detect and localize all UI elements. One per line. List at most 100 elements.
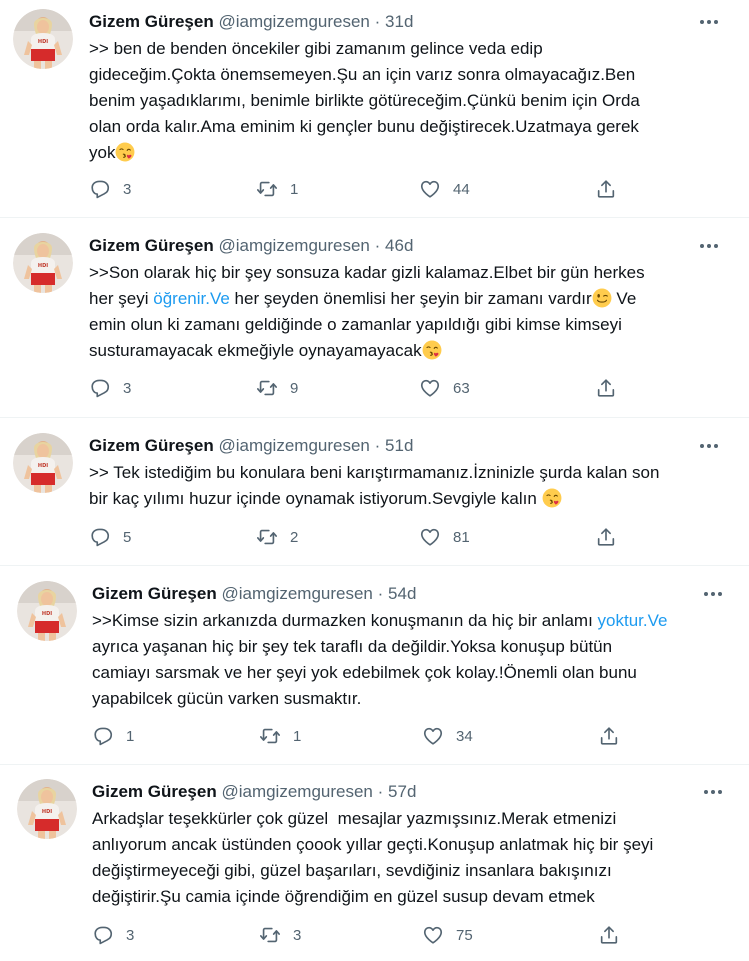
retweet-button[interactable]: 1 xyxy=(259,723,301,749)
heart-icon xyxy=(422,924,444,946)
replies-count: 1 xyxy=(126,727,135,745)
retweet-icon xyxy=(256,377,278,399)
like-button[interactable]: 81 xyxy=(419,524,470,550)
like-button[interactable]: 34 xyxy=(422,723,473,749)
timestamp[interactable]: 57d xyxy=(388,782,416,801)
like-button[interactable]: 44 xyxy=(419,176,470,202)
tweet[interactable]: HDI Gizem Güreşen @iamgizemguresen · 51d… xyxy=(0,418,749,566)
replies-count: 3 xyxy=(123,379,132,397)
text-segment: Arkadşlar teşekkürler çok güzel mesajlar… xyxy=(92,809,654,906)
heart-icon xyxy=(419,178,441,200)
tweet-actions: 3 1 44 xyxy=(89,176,649,202)
tweet-header: Gizem Güreşen @iamgizemguresen · 54d xyxy=(92,583,416,605)
like-button[interactable]: 63 xyxy=(419,375,470,401)
avatar[interactable]: HDI xyxy=(17,779,77,839)
like-button[interactable]: 75 xyxy=(422,922,473,948)
display-name[interactable]: Gizem Güreşen xyxy=(89,12,214,31)
share-button[interactable] xyxy=(595,524,617,550)
tweet-text: >>Kimse sizin arkanızda durmazken konuşm… xyxy=(92,608,667,712)
share-button[interactable] xyxy=(595,176,617,202)
more-options-icon[interactable] xyxy=(697,12,721,32)
timestamp[interactable]: 54d xyxy=(388,584,416,603)
avatar[interactable]: HDI xyxy=(13,9,73,69)
separator-dot: · xyxy=(374,12,381,31)
tweet-header: Gizem Güreşen @iamgizemguresen · 57d xyxy=(92,781,416,803)
timestamp[interactable]: 46d xyxy=(385,236,413,255)
svg-text:HDI: HDI xyxy=(38,263,48,269)
hashtag-link[interactable]: öğrenir.Ve xyxy=(153,289,230,308)
display-name[interactable]: Gizem Güreşen xyxy=(89,236,214,255)
reply-button[interactable]: 3 xyxy=(89,176,131,202)
tweet-text: >> Tek istediğim bu konulara beni karışt… xyxy=(89,460,659,512)
user-handle[interactable]: @iamgizemguresen xyxy=(221,782,372,801)
more-options-icon[interactable] xyxy=(697,436,721,456)
separator-dot: · xyxy=(377,782,384,801)
svg-text:HDI: HDI xyxy=(42,809,52,815)
retweet-button[interactable]: 2 xyxy=(256,524,298,550)
tweet[interactable]: HDI Gizem Güreşen @iamgizemguresen · 57d… xyxy=(0,765,749,961)
user-handle[interactable]: @iamgizemguresen xyxy=(218,12,369,31)
tweet[interactable]: HDI Gizem Güreşen @iamgizemguresen · 54d… xyxy=(0,566,749,765)
user-handle[interactable]: @iamgizemguresen xyxy=(218,436,369,455)
separator-dot: · xyxy=(374,236,381,255)
tweet[interactable]: HDI Gizem Güreşen @iamgizemguresen · 46d… xyxy=(0,218,749,418)
share-button[interactable] xyxy=(595,375,617,401)
tweet-actions: 3 9 63 xyxy=(89,375,649,401)
share-icon xyxy=(595,377,617,399)
replies-count: 3 xyxy=(123,180,132,198)
user-handle[interactable]: @iamgizemguresen xyxy=(221,584,372,603)
reply-icon xyxy=(89,377,111,399)
avatar[interactable]: HDI xyxy=(13,233,73,293)
retweet-icon xyxy=(259,924,281,946)
kissing-face-heart-emoji xyxy=(115,142,135,162)
display-name[interactable]: Gizem Güreşen xyxy=(92,584,217,603)
retweet-button[interactable]: 3 xyxy=(259,922,301,948)
more-options-icon[interactable] xyxy=(701,782,725,802)
likes-count: 34 xyxy=(456,727,473,745)
tweet-text: >> ben de benden öncekiler gibi zamanım … xyxy=(89,36,640,166)
avatar[interactable]: HDI xyxy=(13,433,73,493)
heart-icon xyxy=(422,725,444,747)
tweet-header: Gizem Güreşen @iamgizemguresen · 46d xyxy=(89,235,413,257)
heart-icon xyxy=(419,526,441,548)
avatar[interactable]: HDI xyxy=(17,581,77,641)
text-segment: ayrıca yaşanan hiç bir şey tek taraflı d… xyxy=(92,637,637,708)
display-name[interactable]: Gizem Güreşen xyxy=(89,436,214,455)
share-icon xyxy=(598,924,620,946)
tweet-header: Gizem Güreşen @iamgizemguresen · 31d xyxy=(89,11,413,33)
reply-button[interactable]: 1 xyxy=(92,723,134,749)
retweet-icon xyxy=(259,725,281,747)
text-segment: >> Tek istediğim bu konulara beni karışt… xyxy=(89,463,660,508)
retweet-button[interactable]: 1 xyxy=(256,176,298,202)
retweet-button[interactable]: 9 xyxy=(256,375,298,401)
svg-text:HDI: HDI xyxy=(42,611,52,617)
likes-count: 81 xyxy=(453,528,470,546)
retweet-icon xyxy=(256,178,278,200)
reply-button[interactable]: 5 xyxy=(89,524,131,550)
reply-icon xyxy=(92,924,114,946)
winking-face-emoji xyxy=(592,288,612,308)
retweet-icon xyxy=(256,526,278,548)
share-button[interactable] xyxy=(598,723,620,749)
share-button[interactable] xyxy=(598,922,620,948)
reply-icon xyxy=(92,725,114,747)
display-name[interactable]: Gizem Güreşen xyxy=(92,782,217,801)
reply-button[interactable]: 3 xyxy=(89,375,131,401)
hashtag-link[interactable]: yoktur.Ve xyxy=(598,611,668,630)
share-icon xyxy=(598,725,620,747)
retweets-count: 3 xyxy=(293,926,302,944)
share-icon xyxy=(595,178,617,200)
tweet[interactable]: HDI Gizem Güreşen @iamgizemguresen · 31d… xyxy=(0,0,749,218)
reply-button[interactable]: 3 xyxy=(92,922,134,948)
more-options-icon[interactable] xyxy=(701,584,725,604)
timestamp[interactable]: 51d xyxy=(385,436,413,455)
text-segment: >>Kimse sizin arkanızda durmazken konuşm… xyxy=(92,611,598,630)
tweet-text: Arkadşlar teşekkürler çok güzel mesajlar… xyxy=(92,806,653,910)
timestamp[interactable]: 31d xyxy=(385,12,413,31)
user-handle[interactable]: @iamgizemguresen xyxy=(218,236,369,255)
more-options-icon[interactable] xyxy=(697,236,721,256)
replies-count: 3 xyxy=(126,926,135,944)
likes-count: 63 xyxy=(453,379,470,397)
retweets-count: 1 xyxy=(290,180,299,198)
text-segment: her şeyden önemlisi her şeyin bir zamanı… xyxy=(229,289,592,308)
